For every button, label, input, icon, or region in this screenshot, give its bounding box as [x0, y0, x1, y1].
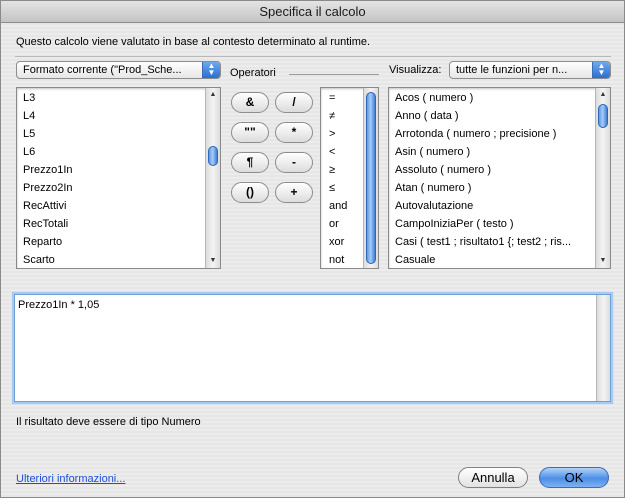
comparison-scrollbar[interactable] — [363, 88, 378, 268]
comparison-operator-item[interactable]: > — [329, 125, 347, 143]
field-list-item[interactable]: L5 — [23, 125, 73, 143]
formula-text[interactable]: Prezzo1In * 1,05 — [18, 299, 99, 311]
description-text: Questo calcolo viene valutato in base al… — [16, 36, 371, 48]
operator-button-minus[interactable]: - — [275, 152, 313, 173]
function-list-item[interactable]: Asin ( numero ) — [395, 143, 571, 161]
cancel-button[interactable]: Annulla — [458, 467, 528, 488]
result-type-text: Il risultato deve essere di tipo Numero — [16, 416, 201, 428]
comparison-operators-list[interactable]: = ≠ > < ≥ ≤ and or xor not — [320, 87, 379, 269]
operators-label: Operatori — [230, 67, 276, 79]
function-list-item[interactable]: Assoluto ( numero ) — [395, 161, 571, 179]
comparison-operator-item[interactable]: xor — [329, 233, 347, 251]
formula-editor[interactable]: Prezzo1In * 1,05 — [14, 294, 611, 402]
field-list-item[interactable]: Reparto — [23, 233, 73, 251]
scroll-down-arrow-icon[interactable]: ▼ — [206, 254, 220, 268]
function-list-item[interactable]: CampoIniziaPer ( testo ) — [395, 215, 571, 233]
comparison-operator-item[interactable]: ≥ — [329, 161, 347, 179]
field-list-item[interactable]: Prezzo1In — [23, 161, 73, 179]
result-type-prefix: Il risultato deve essere di tipo — [16, 416, 159, 428]
up-down-arrows-icon: ▲ ▼ — [592, 62, 610, 78]
view-label: Visualizza: — [389, 64, 442, 76]
scroll-up-arrow-icon[interactable]: ▲ — [206, 88, 220, 102]
calculation-dialog: Specifica il calcolo Questo calcolo vien… — [0, 0, 625, 498]
comparison-operator-item[interactable]: ≤ — [329, 179, 347, 197]
context-popup-value: Formato corrente ("Prod_Sche... — [23, 64, 182, 76]
field-list-item[interactable]: L4 — [23, 107, 73, 125]
functions-list[interactable]: Acos ( numero ) Anno ( data ) Arrotonda ( … — [388, 87, 611, 269]
operator-button-divide[interactable]: / — [275, 92, 313, 113]
field-list-item[interactable]: L6 — [23, 143, 73, 161]
formula-scrollbar[interactable] — [596, 295, 610, 401]
operator-button-concatenate[interactable]: & — [231, 92, 269, 113]
operator-button-parentheses[interactable]: () — [231, 182, 269, 203]
comparison-operator-item[interactable]: = — [329, 89, 347, 107]
operator-button-plus[interactable]: + — [275, 182, 313, 203]
field-list-item[interactable]: RecAttivi — [23, 197, 73, 215]
more-info-link[interactable]: Ulteriori informazioni... — [16, 473, 125, 485]
comparison-operator-item[interactable]: not — [329, 251, 347, 268]
function-list-item[interactable]: Acos ( numero ) — [395, 89, 571, 107]
field-list-item[interactable]: Scarto — [23, 251, 73, 268]
operator-button-pilcrow[interactable]: ¶ — [231, 152, 269, 173]
scroll-up-arrow-icon[interactable]: ▲ — [596, 88, 610, 102]
field-list-item[interactable]: Prezzo2In — [23, 179, 73, 197]
function-list-item[interactable]: Atan ( numero ) — [395, 179, 571, 197]
scroll-thumb[interactable] — [598, 104, 608, 128]
fields-list[interactable]: L3 L4 L5 L6 Prezzo1In Prezzo2In RecAttivi RecTo… — [16, 87, 221, 269]
operator-button-multiply[interactable]: * — [275, 122, 313, 143]
functions-scrollbar[interactable]: ▲ ▼ — [595, 88, 610, 268]
view-popup[interactable]: tutte le funzioni per n... ▲ ▼ — [449, 61, 611, 79]
function-list-item[interactable]: Casuale — [395, 251, 571, 268]
comparison-operator-item[interactable]: or — [329, 215, 347, 233]
function-list-item[interactable]: Anno ( data ) — [395, 107, 571, 125]
operator-button-quotes[interactable]: "" — [231, 122, 269, 143]
divider — [15, 56, 611, 57]
comparison-operator-item[interactable]: ≠ — [329, 107, 347, 125]
view-popup-value: tutte le funzioni per n... — [456, 64, 568, 76]
context-popup[interactable]: Formato corrente ("Prod_Sche... ▲ ▼ — [16, 61, 221, 79]
fields-scrollbar[interactable]: ▲ ▼ — [205, 88, 220, 268]
field-list-item[interactable]: L3 — [23, 89, 73, 107]
function-list-item[interactable]: Arrotonda ( numero ; precisione ) — [395, 125, 571, 143]
result-type-value: Numero — [161, 416, 201, 428]
scroll-thumb[interactable] — [208, 146, 218, 166]
scroll-thumb[interactable] — [366, 92, 376, 264]
operators-divider — [289, 74, 379, 75]
window-title: Specifica il calcolo — [1, 1, 624, 23]
ok-button[interactable]: OK — [539, 467, 609, 488]
function-list-item[interactable]: Autovalutazione — [395, 197, 571, 215]
function-list-item[interactable]: Casi ( test1 ; risultato1 {; test2 ; ris… — [395, 233, 571, 251]
comparison-operator-item[interactable]: < — [329, 143, 347, 161]
up-down-arrows-icon: ▲ ▼ — [202, 62, 220, 78]
field-list-item[interactable]: RecTotali — [23, 215, 73, 233]
comparison-operator-item[interactable]: and — [329, 197, 347, 215]
scroll-down-arrow-icon[interactable]: ▼ — [596, 254, 610, 268]
